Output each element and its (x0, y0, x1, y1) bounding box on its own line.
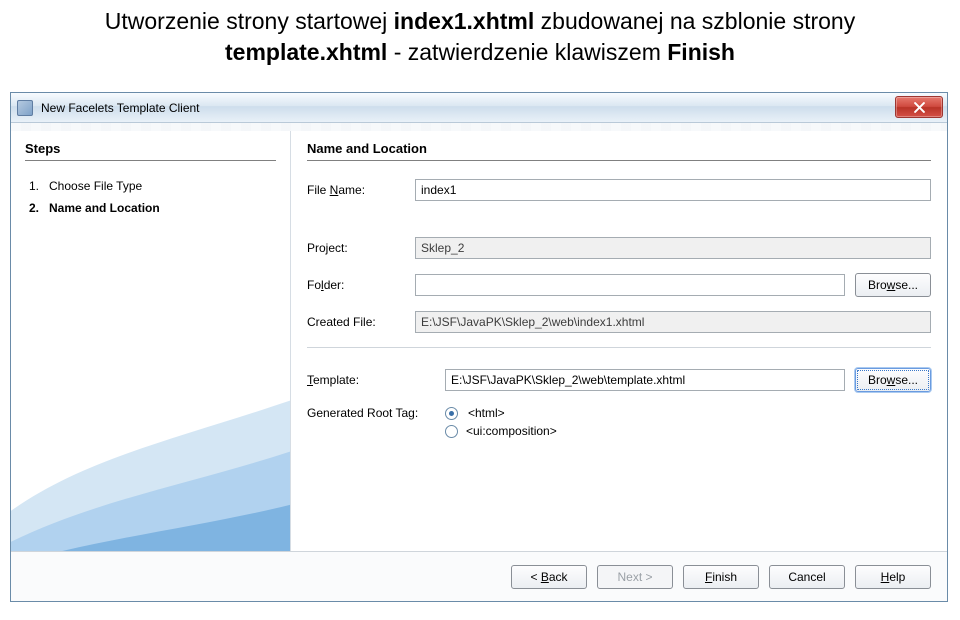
file-name-row: File Name: (307, 179, 931, 201)
project-input (415, 237, 931, 259)
file-name-label: File Name: (307, 183, 405, 197)
caption-file1: index1.xhtml (394, 8, 535, 34)
template-input[interactable] (445, 369, 845, 391)
project-label: Project: (307, 241, 405, 255)
step-number: 2. (25, 201, 39, 215)
content-area: Steps 1. Choose File Type 2. Name and Lo… (11, 131, 947, 551)
close-icon (914, 102, 925, 113)
step-label: Choose File Type (49, 179, 142, 193)
root-html-radio[interactable] (445, 407, 458, 420)
created-file-label: Created File: (307, 315, 405, 329)
dialog-title: New Facelets Template Client (41, 101, 200, 115)
caption-post: - zatwierdzenie klawiszem (387, 39, 667, 65)
step-item: 1. Choose File Type (25, 175, 276, 197)
created-file-input (415, 311, 931, 333)
cancel-button[interactable]: Cancel (769, 565, 845, 589)
file-name-input[interactable] (415, 179, 931, 201)
close-button[interactable] (895, 96, 943, 118)
root-html-label: <html> (468, 406, 505, 420)
app-icon (17, 100, 33, 116)
page-caption: Utworzenie strony startowej index1.xhtml… (0, 0, 960, 76)
root-composition-label: <ui:composition> (466, 424, 557, 438)
project-row: Project: (307, 237, 931, 259)
step-label: Name and Location (49, 201, 160, 215)
root-composition-radio[interactable] (445, 425, 458, 438)
wizard-dialog: New Facelets Template Client Steps 1. Ch… (10, 92, 948, 602)
caption-file2: template.xhtml (225, 39, 387, 65)
separator (307, 347, 931, 348)
caption-mid: zbudowanej na szblonie strony (534, 8, 855, 34)
folder-label: Folder: (307, 278, 405, 292)
help-button[interactable]: Help (855, 565, 931, 589)
template-row: Template: Browse... (307, 368, 931, 392)
steps-header: Steps (25, 141, 276, 161)
browse-template-button[interactable]: Browse... (855, 368, 931, 392)
steps-pane: Steps 1. Choose File Type 2. Name and Lo… (11, 131, 291, 551)
decorative-strip (11, 123, 947, 131)
folder-input[interactable] (415, 274, 845, 296)
browse-folder-button[interactable]: Browse... (855, 273, 931, 297)
dialog-body: Steps 1. Choose File Type 2. Name and Lo… (11, 123, 947, 601)
finish-button[interactable]: Finish (683, 565, 759, 589)
root-tag-label: Generated Root Tag: (307, 406, 435, 420)
caption-pre: Utworzenie strony startowej (105, 8, 394, 34)
form-pane: Name and Location File Name: Project: Fo… (291, 131, 947, 551)
step-number: 1. (25, 179, 39, 193)
decorative-swoosh (11, 331, 291, 551)
step-item: 2. Name and Location (25, 197, 276, 219)
section-title: Name and Location (307, 141, 931, 161)
root-tag-row: Generated Root Tag: <html> (307, 406, 931, 420)
button-bar: < Back Next > Finish Cancel Help (11, 551, 947, 601)
created-file-row: Created File: (307, 311, 931, 333)
next-button: Next > (597, 565, 673, 589)
caption-action: Finish (667, 39, 735, 65)
title-bar: New Facelets Template Client (11, 93, 947, 123)
folder-row: Folder: Browse... (307, 273, 931, 297)
back-button[interactable]: < Back (511, 565, 587, 589)
root-composition-row: <ui:composition> (445, 424, 931, 438)
template-label: Template: (307, 373, 435, 387)
